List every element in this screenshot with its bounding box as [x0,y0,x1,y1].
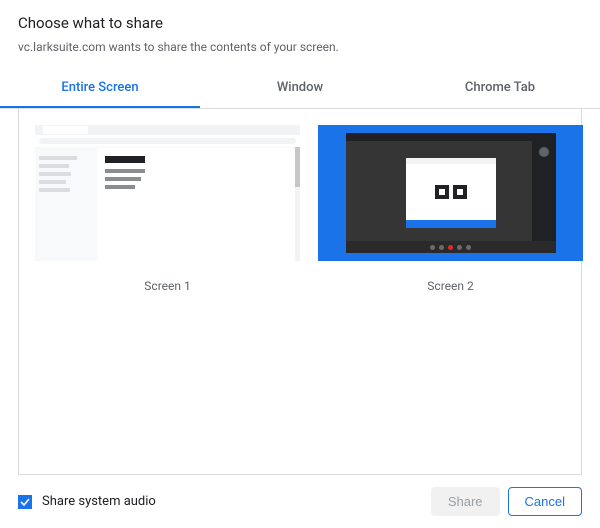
share-audio-checkbox[interactable] [18,495,32,509]
screen-option-1[interactable]: Screen 1 [35,125,300,293]
share-audio-label: Share system audio [42,494,156,509]
tab-chrome-tab[interactable]: Chrome Tab [400,70,600,108]
share-button[interactable]: Share [431,487,500,516]
dialog-subtitle: vc.larksuite.com wants to share the cont… [18,40,582,54]
dialog-footer: Share system audio Share Cancel [0,475,600,528]
screen-option-2[interactable]: Screen 2 [318,125,583,293]
screen-2-label: Screen 2 [427,279,473,293]
screen-1-label: Screen 1 [144,279,190,293]
screen-picker-pane: Screen 1 Screen 2 [18,109,582,475]
tab-entire-screen[interactable]: Entire Screen [0,70,200,108]
tab-bar: Entire Screen Window Chrome Tab [0,70,600,109]
check-icon [20,497,30,507]
screen-1-thumbnail [35,125,300,261]
screen-2-thumbnail [318,125,583,261]
tab-window[interactable]: Window [200,70,400,108]
cancel-button[interactable]: Cancel [508,487,582,516]
dialog-title: Choose what to share [18,14,582,32]
